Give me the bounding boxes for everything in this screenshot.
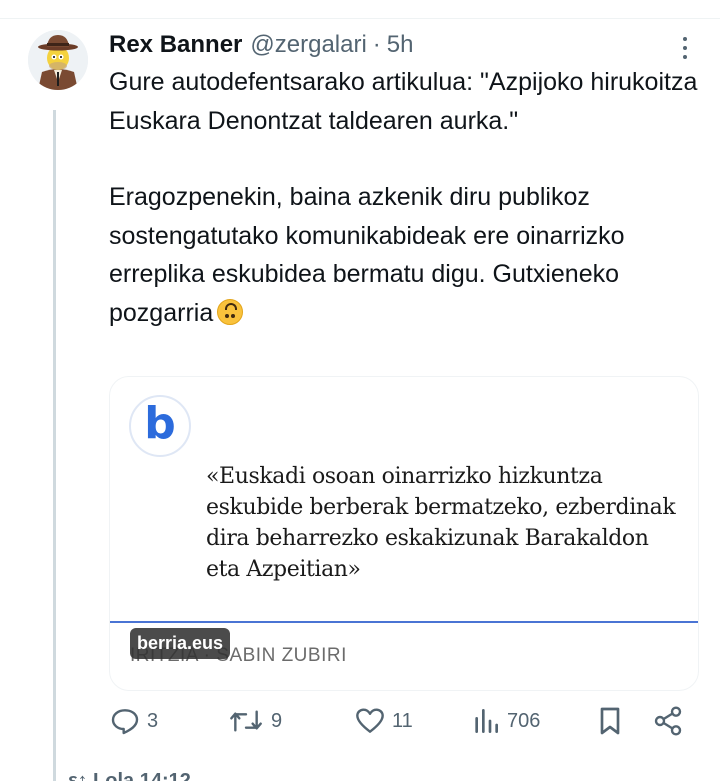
more-icon[interactable] — [676, 34, 694, 62]
share-icon — [654, 706, 682, 736]
avatar[interactable] — [28, 30, 88, 90]
author-handle[interactable]: @zergalari — [250, 31, 366, 59]
retweet-icon — [230, 710, 262, 732]
author-name[interactable]: Rex Banner — [109, 31, 242, 59]
avatar-image — [28, 30, 88, 90]
retweet-button[interactable]: 9 — [227, 703, 282, 739]
top-divider — [0, 18, 720, 19]
like-button[interactable]: 11 — [354, 703, 413, 739]
reply-count: 3 — [147, 709, 159, 732]
tweet-paragraph: Eragozpenekin, baina azkenik diru publik… — [109, 183, 625, 327]
link-card[interactable]: b «Euskadi osoan oinarrizko hizkuntza es… — [109, 376, 699, 691]
tweet-time[interactable]: 5h — [387, 31, 414, 59]
retweet-count: 9 — [271, 709, 283, 732]
views-button[interactable]: 706 — [471, 703, 540, 739]
upside-down-face-icon — [217, 298, 244, 325]
berria-logo: b — [129, 395, 191, 457]
bookmark-icon — [600, 707, 620, 735]
reply-icon — [111, 709, 139, 735]
action-bar: 3 9 11 706 — [109, 703, 689, 739]
share-button[interactable] — [652, 703, 684, 739]
card-quote: «Euskadi osoan oinarrizko hizkuntza esku… — [206, 464, 676, 582]
like-icon — [356, 708, 384, 733]
tweet-paragraph: Gure autodefentsarako artikulua: "Azpijo… — [109, 68, 698, 135]
thread-line — [53, 110, 56, 781]
reply-button[interactable]: 3 — [109, 703, 158, 739]
card-divider — [110, 621, 698, 623]
views-count: 706 — [507, 709, 541, 732]
next-item-peek: ε↑ Lola 14:12 ... — [68, 770, 214, 781]
like-count: 11 — [392, 709, 413, 732]
logo-letter: b — [144, 398, 176, 449]
bookmark-button[interactable] — [595, 703, 625, 739]
header-separator: · — [372, 31, 381, 58]
tweet-header: Rex Banner @zergalari · 5h — [109, 29, 414, 61]
card-domain-badge: berria.eus — [130, 628, 231, 659]
views-icon — [475, 709, 498, 733]
tweet-text: Gure autodefentsarako artikulua: "Azpijo… — [109, 63, 709, 332]
